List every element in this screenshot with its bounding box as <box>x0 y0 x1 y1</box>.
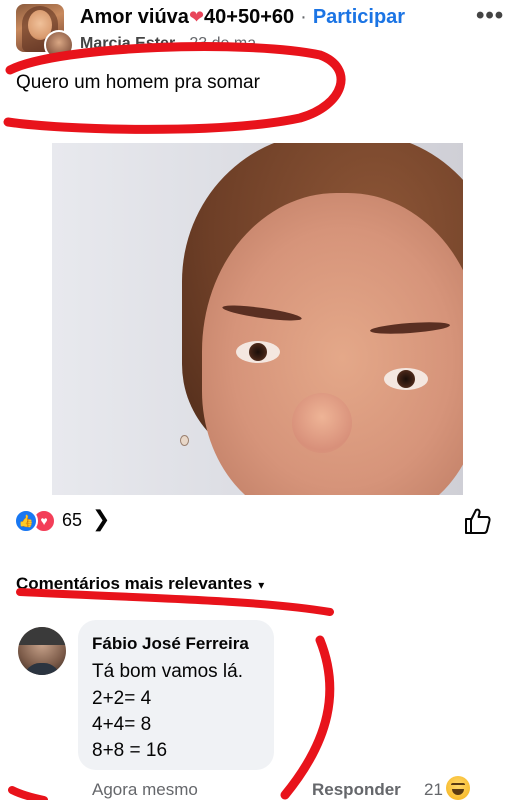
group-name-suffix[interactable]: 40+50+60 <box>204 6 294 28</box>
chevron-right-icon[interactable]: ❯ <box>92 506 110 532</box>
photo-left-eye <box>236 341 280 363</box>
heart-icon: ❤ <box>188 7 205 27</box>
comments-filter-label: Comentários mais relevantes <box>16 574 253 593</box>
group-title-line: Amor viúva❤40+50+60 · Participar <box>80 6 405 29</box>
comment-line: 2+2= 4 <box>92 688 152 709</box>
reply-button[interactable]: Responder <box>312 780 401 800</box>
commenter-avatar[interactable] <box>18 627 66 675</box>
comment-reaction-count[interactable]: 21 <box>424 780 443 800</box>
separator-dot: · <box>300 6 307 28</box>
post-text: Quero um homem pra somar <box>16 72 260 93</box>
laugh-emoji-icon[interactable] <box>446 776 470 800</box>
avatar-cap <box>18 627 66 645</box>
comment-time[interactable]: Agora mesmo <box>92 780 198 800</box>
reaction-count[interactable]: 65 <box>62 510 82 531</box>
comment-line: 4+4= 8 <box>92 714 152 735</box>
comments-filter[interactable]: Comentários mais relevantes ▾ <box>16 574 264 594</box>
group-name[interactable]: Amor viúva <box>80 6 189 28</box>
comment-line: 8+8 = 16 <box>92 740 168 761</box>
chevron-down-icon: ▾ <box>258 578 265 592</box>
more-options-icon[interactable]: ••• <box>476 2 504 30</box>
photo-right-eye <box>384 368 428 390</box>
separator-dot-2: · <box>179 35 185 52</box>
author-name[interactable]: Marcia Ester <box>80 35 175 52</box>
author-line: Marcia Ester · 23 de ma... <box>80 35 269 53</box>
author-avatar[interactable] <box>44 30 74 60</box>
post-date[interactable]: 23 de ma... <box>189 35 269 52</box>
join-button[interactable]: Participar <box>313 6 405 28</box>
like-reaction-icon[interactable]: 👍 <box>14 509 38 533</box>
commenter-name[interactable]: Fábio José Ferreira <box>92 634 249 654</box>
photo-nose <box>292 393 352 453</box>
comment-line: Tá bom vamos lá. <box>92 661 243 682</box>
photo-earring <box>180 435 189 446</box>
like-button-icon[interactable] <box>462 506 492 536</box>
post-photo[interactable] <box>52 143 463 495</box>
avatar-shirt <box>24 663 60 675</box>
